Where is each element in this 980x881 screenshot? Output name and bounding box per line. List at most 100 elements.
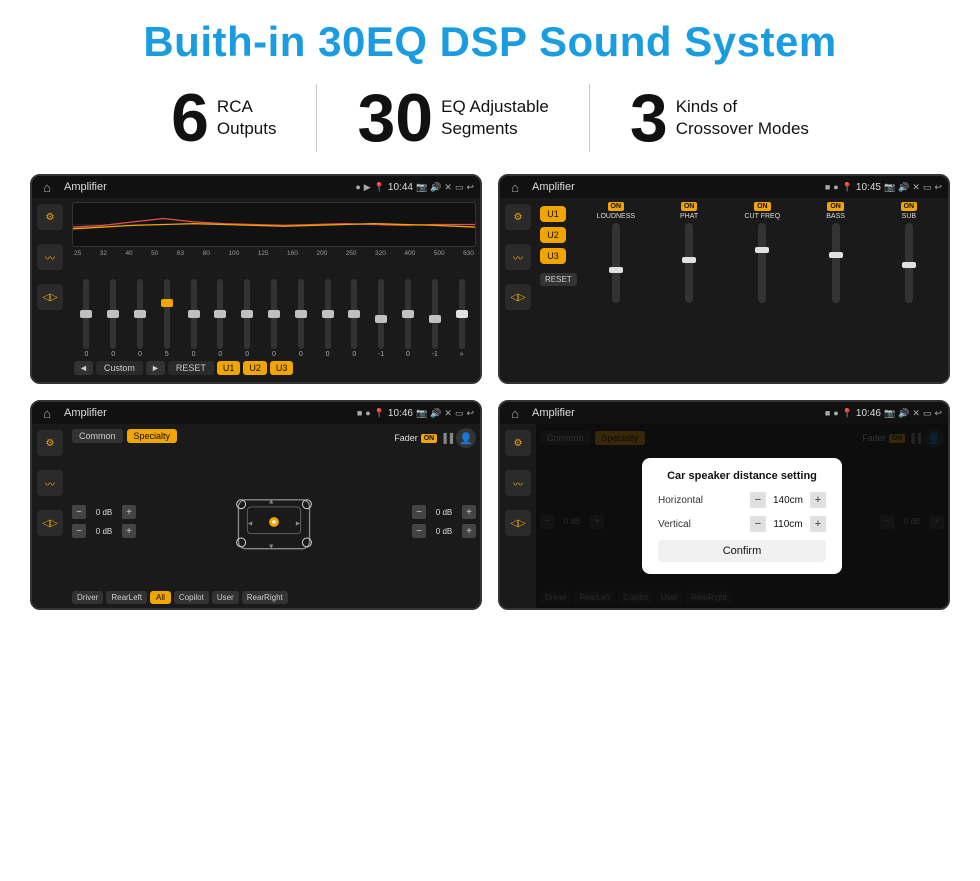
svg-text:▲: ▲ — [268, 497, 275, 505]
eq-prev-btn[interactable]: ◄ — [74, 361, 93, 375]
eq-side-controls: ⚙ 〰 ◁▷ — [32, 198, 68, 382]
fader-side-controls: ⚙ 〰 ◁▷ — [32, 424, 68, 608]
eq-slider-2: 0 — [128, 279, 153, 358]
fader-common-tab[interactable]: Common — [72, 429, 123, 443]
fl-minus-btn[interactable]: − — [72, 505, 86, 519]
rl-plus-btn[interactable]: + — [122, 524, 136, 538]
eq-next-btn[interactable]: ► — [146, 361, 165, 375]
phat-on-badge: ON — [681, 202, 698, 211]
fader-time: 10:46 — [388, 408, 413, 419]
screenshots-grid: ⌂ Amplifier ● ▶ 📍 10:44 📷 🔊 ✕ ▭ ↩ ⚙ 〰 — [30, 174, 950, 610]
eq-curve-svg — [73, 203, 475, 246]
amp-u1-btn[interactable]: U1 — [540, 206, 566, 222]
eq-u1-btn[interactable]: U1 — [217, 361, 241, 375]
eq-slider-13: -1 — [422, 279, 447, 358]
fader-wave-btn[interactable]: 〰 — [37, 470, 63, 496]
dialog-status-icons: ■ ● 📍 10:46 📷 🔊 ✕ ▭ ↩ — [825, 408, 942, 419]
horizontal-control: − 140cm + — [750, 492, 826, 508]
amp-phat-col: ON PHAT — [654, 202, 724, 378]
amp-wave-btn[interactable]: 〰 — [505, 244, 531, 270]
fader-gear-btn[interactable]: 👤 — [456, 428, 476, 448]
fader-camera-icon: 📷 — [416, 408, 427, 419]
phat-slider[interactable] — [685, 223, 693, 303]
dialog-home-icon[interactable]: ⌂ — [506, 404, 524, 422]
amp-pin-icon: 📍 — [842, 182, 853, 193]
amp-u3-btn[interactable]: U3 — [540, 248, 566, 264]
fader-status-icons: ■ ● 📍 10:46 📷 🔊 ✕ ▭ ↩ — [357, 408, 474, 419]
rearleft-btn[interactable]: RearLeft — [106, 591, 147, 604]
eq-u2-btn[interactable]: U2 — [243, 361, 267, 375]
eq-bottom-controls: ◄ Custom ► RESET U1 U2 U3 — [72, 358, 476, 378]
rl-minus-btn[interactable]: − — [72, 524, 86, 538]
driver-btn[interactable]: Driver — [72, 591, 103, 604]
eq-wave-btn[interactable]: 〰 — [37, 244, 63, 270]
eq-u3-btn[interactable]: U3 — [270, 361, 294, 375]
amp-settings-btn[interactable]: ⚙ — [505, 204, 531, 230]
eq-freq-labels: 253240506380100125160200250320400500630 — [72, 250, 476, 257]
fader-status-bar: ⌂ Amplifier ■ ● 📍 10:46 📷 🔊 ✕ ▭ ↩ — [32, 402, 480, 424]
fader-settings-btn[interactable]: ⚙ — [37, 430, 63, 456]
amp-vol-btn[interactable]: ◁▷ — [505, 284, 531, 310]
pin-icon: 📍 — [374, 182, 385, 193]
amp-reset-btn[interactable]: RESET — [540, 273, 577, 286]
horizontal-minus-btn[interactable]: − — [750, 492, 766, 508]
rearright-btn[interactable]: RearRight — [242, 591, 288, 604]
page-wrapper: Buith-in 30EQ DSP Sound System 6 RCA Out… — [0, 0, 980, 620]
fader-body: − 0 dB + − 0 dB + — [72, 452, 476, 591]
vertical-plus-btn[interactable]: + — [810, 516, 826, 532]
fader-dot2-icon: ● — [365, 408, 370, 418]
fader-on-badge: ON — [421, 434, 438, 443]
dialog-wave-btn[interactable]: 〰 — [505, 470, 531, 496]
fl-plus-btn[interactable]: + — [122, 505, 136, 519]
fader-home-icon[interactable]: ⌂ — [38, 404, 56, 422]
loudness-slider[interactable] — [612, 223, 620, 303]
eq-screen: ⌂ Amplifier ● ▶ 📍 10:44 📷 🔊 ✕ ▭ ↩ ⚙ 〰 — [30, 174, 482, 384]
home-icon[interactable]: ⌂ — [38, 178, 56, 196]
vertical-value: 110cm — [770, 519, 806, 530]
amp-sub-col: ON SUB — [874, 202, 944, 378]
eq-status-bar: ⌂ Amplifier ● ▶ 📍 10:44 📷 🔊 ✕ ▭ ↩ — [32, 176, 480, 198]
confirm-button[interactable]: Confirm — [658, 540, 826, 562]
rr-plus-btn[interactable]: + — [462, 524, 476, 538]
eq-settings-btn[interactable]: ⚙ — [37, 204, 63, 230]
fader-specialty-tab[interactable]: Specialty — [127, 429, 178, 443]
user-btn[interactable]: User — [212, 591, 239, 604]
bass-slider[interactable] — [832, 223, 840, 303]
stat-label-eq: EQ Adjustable Segments — [441, 84, 549, 140]
eq-slider-10: 0 — [342, 279, 367, 358]
all-btn[interactable]: All — [150, 591, 171, 604]
dialog-time: 10:46 — [856, 408, 881, 419]
amp-home-icon[interactable]: ⌂ — [506, 178, 524, 196]
fader-main-area: Common Specialty Fader ON ▐▐ 👤 — [68, 424, 480, 608]
sub-slider[interactable] — [905, 223, 913, 303]
vertical-label: Vertical — [658, 519, 691, 530]
phat-label: PHAT — [680, 213, 698, 220]
fr-minus-btn[interactable]: − — [412, 505, 426, 519]
eq-custom-btn[interactable]: Custom — [96, 361, 143, 375]
dialog-vertical-row: Vertical − 110cm + — [658, 516, 826, 532]
cutfreq-slider[interactable] — [758, 223, 766, 303]
rr-value: 0 dB — [429, 527, 459, 536]
eq-slider-4: 0 — [181, 279, 206, 358]
battery-icon: ▭ — [455, 182, 464, 193]
dialog-bg-area: Common Specialty Fader ON ▐▐ 👤 — [536, 424, 948, 608]
copilot-btn[interactable]: Copilot — [174, 591, 209, 604]
horizontal-plus-btn[interactable]: + — [810, 492, 826, 508]
fader-x-icon: ✕ — [444, 408, 452, 419]
fader-screen: ⌂ Amplifier ■ ● 📍 10:46 📷 🔊 ✕ ▭ ↩ ⚙ 〰 — [30, 400, 482, 610]
amp-bullet-icon: ● — [833, 182, 838, 192]
fader-vol-btn[interactable]: ◁▷ — [37, 510, 63, 536]
cutfreq-on-badge: ON — [754, 202, 771, 211]
eq-reset-btn[interactable]: RESET — [168, 361, 214, 375]
fader-dot1-icon: ■ — [357, 408, 362, 418]
amp-u2-btn[interactable]: U2 — [540, 227, 566, 243]
dialog-settings-btn[interactable]: ⚙ — [505, 430, 531, 456]
fr-plus-btn[interactable]: + — [462, 505, 476, 519]
dialog-status-title: Amplifier — [532, 407, 821, 419]
rr-minus-btn[interactable]: − — [412, 524, 426, 538]
car-diagram: ▲ ▼ ◄ ► — [142, 482, 406, 562]
fader-vol-icon: 🔊 — [430, 408, 441, 419]
vertical-minus-btn[interactable]: − — [750, 516, 766, 532]
eq-vol-btn[interactable]: ◁▷ — [37, 284, 63, 310]
dialog-vol-btn[interactable]: ◁▷ — [505, 510, 531, 536]
